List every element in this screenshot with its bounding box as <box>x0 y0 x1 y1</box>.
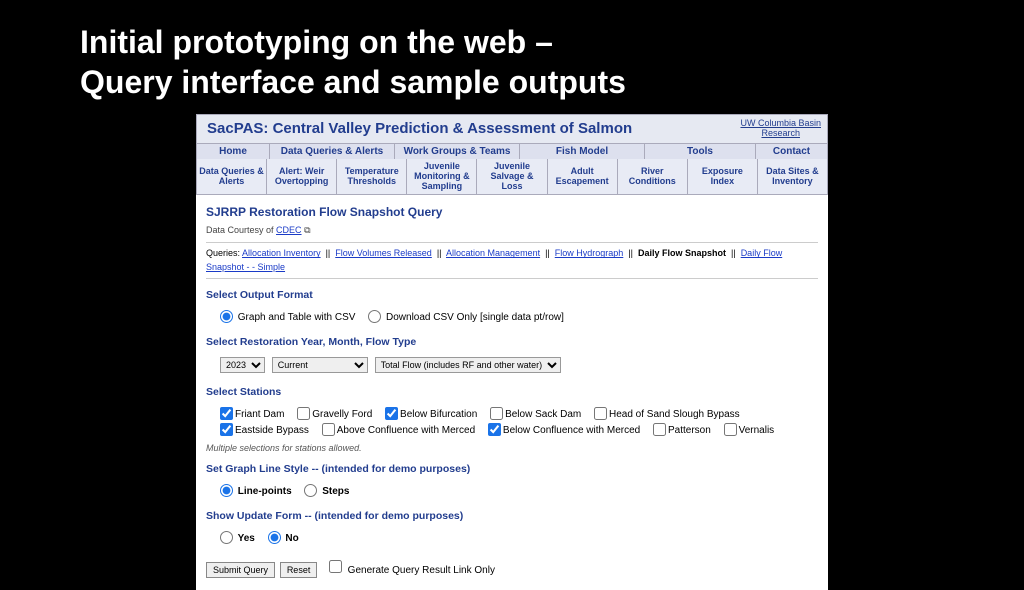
header-link[interactable]: UW Columbia BasinResearch <box>740 119 821 139</box>
radio-steps[interactable]: Steps <box>304 486 349 497</box>
cb-vernalis[interactable]: Vernalis <box>724 425 775 436</box>
nav-tools[interactable]: Tools <box>645 144 756 159</box>
page-title: SJRRP Restoration Flow Snapshot Query <box>206 205 818 219</box>
q-allocation-mgmt[interactable]: Allocation Management <box>446 248 540 258</box>
q-flow-hydrograph[interactable]: Flow Hydrograph <box>555 248 624 258</box>
select-flow-type[interactable]: Total Flow (includes RF and other water) <box>375 357 561 373</box>
page-body: SJRRP Restoration Flow Snapshot Query Da… <box>196 195 828 590</box>
submit-button[interactable]: Submit Query <box>206 562 275 578</box>
query-links-bar: Queries: Allocation Inventory || Flow Vo… <box>206 242 818 279</box>
subnav-adult-escapement[interactable]: Adult Escapement <box>548 159 618 195</box>
stations-row1: Friant Dam Gravelly Ford Below Bifurcati… <box>206 404 818 423</box>
cb-patterson[interactable]: Patterson <box>653 425 711 436</box>
subnav-juvenile-salvage[interactable]: Juvenile Salvage & Loss <box>477 159 547 195</box>
radio-show-no[interactable]: No <box>268 533 299 544</box>
nav-data-queries[interactable]: Data Queries & Alerts <box>270 144 395 159</box>
subnav: Data Queries & Alerts Alert: Weir Overto… <box>196 159 828 196</box>
select-month[interactable]: Current <box>272 357 368 373</box>
button-row: Submit Query Reset Generate Query Result… <box>206 555 818 580</box>
cb-eastside-bypass[interactable]: Eastside Bypass <box>220 425 309 436</box>
radio-line-points[interactable]: Line-points <box>220 486 292 497</box>
topnav: Home Data Queries & Alerts Work Groups &… <box>196 144 828 159</box>
header-title: SacPAS: Central Valley Prediction & Asse… <box>203 120 740 137</box>
section-output-format: Select Output Format <box>206 289 818 301</box>
subnav-data-queries[interactable]: Data Queries & Alerts <box>197 159 267 195</box>
section-showform: Show Update Form -- (intended for demo p… <box>206 510 818 522</box>
q-allocation-inventory[interactable]: Allocation Inventory <box>242 248 321 258</box>
section-year: Select Restoration Year, Month, Flow Typ… <box>206 336 818 348</box>
cb-above-merced[interactable]: Above Confluence with Merced <box>322 425 475 436</box>
subnav-juvenile-monitoring[interactable]: Juvenile Monitoring & Sampling <box>407 159 477 195</box>
select-year[interactable]: 2023 <box>220 357 265 373</box>
nav-fish-model[interactable]: Fish Model <box>520 144 645 159</box>
app-window: SacPAS: Central Valley Prediction & Asse… <box>196 114 828 590</box>
section-stations: Select Stations <box>206 386 818 398</box>
cb-gen-link[interactable]: Generate Query Result Link Only <box>325 565 495 576</box>
subnav-temperature[interactable]: Temperature Thresholds <box>337 159 407 195</box>
slide-title: Initial prototyping on the web – Query i… <box>0 0 1024 114</box>
subnav-data-sites[interactable]: Data Sites & Inventory <box>758 159 827 195</box>
cdec-link[interactable]: CDEC <box>276 225 302 235</box>
reset-button[interactable]: Reset <box>280 562 318 578</box>
radio-show-yes[interactable]: Yes <box>220 533 255 544</box>
subnav-exposure-index[interactable]: Exposure Index <box>688 159 758 195</box>
radio-graph-table[interactable]: Graph and Table with CSV <box>220 312 355 323</box>
subnav-river-conditions[interactable]: River Conditions <box>618 159 688 195</box>
cb-below-bifurcation[interactable]: Below Bifurcation <box>385 409 477 420</box>
cb-below-sack-dam[interactable]: Below Sack Dam <box>490 409 581 420</box>
subnav-alert-weir[interactable]: Alert: Weir Overtopping <box>267 159 337 195</box>
stations-row2: Eastside Bypass Above Confluence with Me… <box>206 423 818 439</box>
cb-sand-slough[interactable]: Head of Sand Slough Bypass <box>594 409 740 420</box>
q-daily-snapshot-current: Daily Flow Snapshot <box>638 248 726 258</box>
radio-csv-only[interactable]: Download CSV Only [single data pt/row] <box>368 312 564 323</box>
nav-contact[interactable]: Contact <box>756 144 827 159</box>
cb-below-merced[interactable]: Below Confluence with Merced <box>488 425 640 436</box>
section-linestyle: Set Graph Line Style -- (intended for de… <box>206 463 818 475</box>
nav-home[interactable]: Home <box>197 144 270 159</box>
data-courtesy: Data Courtesy of CDEC ⧉ <box>206 225 818 236</box>
cb-friant-dam[interactable]: Friant Dam <box>220 409 284 420</box>
header-bar: SacPAS: Central Valley Prediction & Asse… <box>196 114 828 144</box>
q-flow-volumes[interactable]: Flow Volumes Released <box>335 248 432 258</box>
stations-note: Multiple selections for stations allowed… <box>206 443 818 453</box>
nav-work-groups[interactable]: Work Groups & Teams <box>395 144 520 159</box>
external-link-icon: ⧉ <box>304 225 310 235</box>
cb-gravelly-ford[interactable]: Gravelly Ford <box>297 409 372 420</box>
